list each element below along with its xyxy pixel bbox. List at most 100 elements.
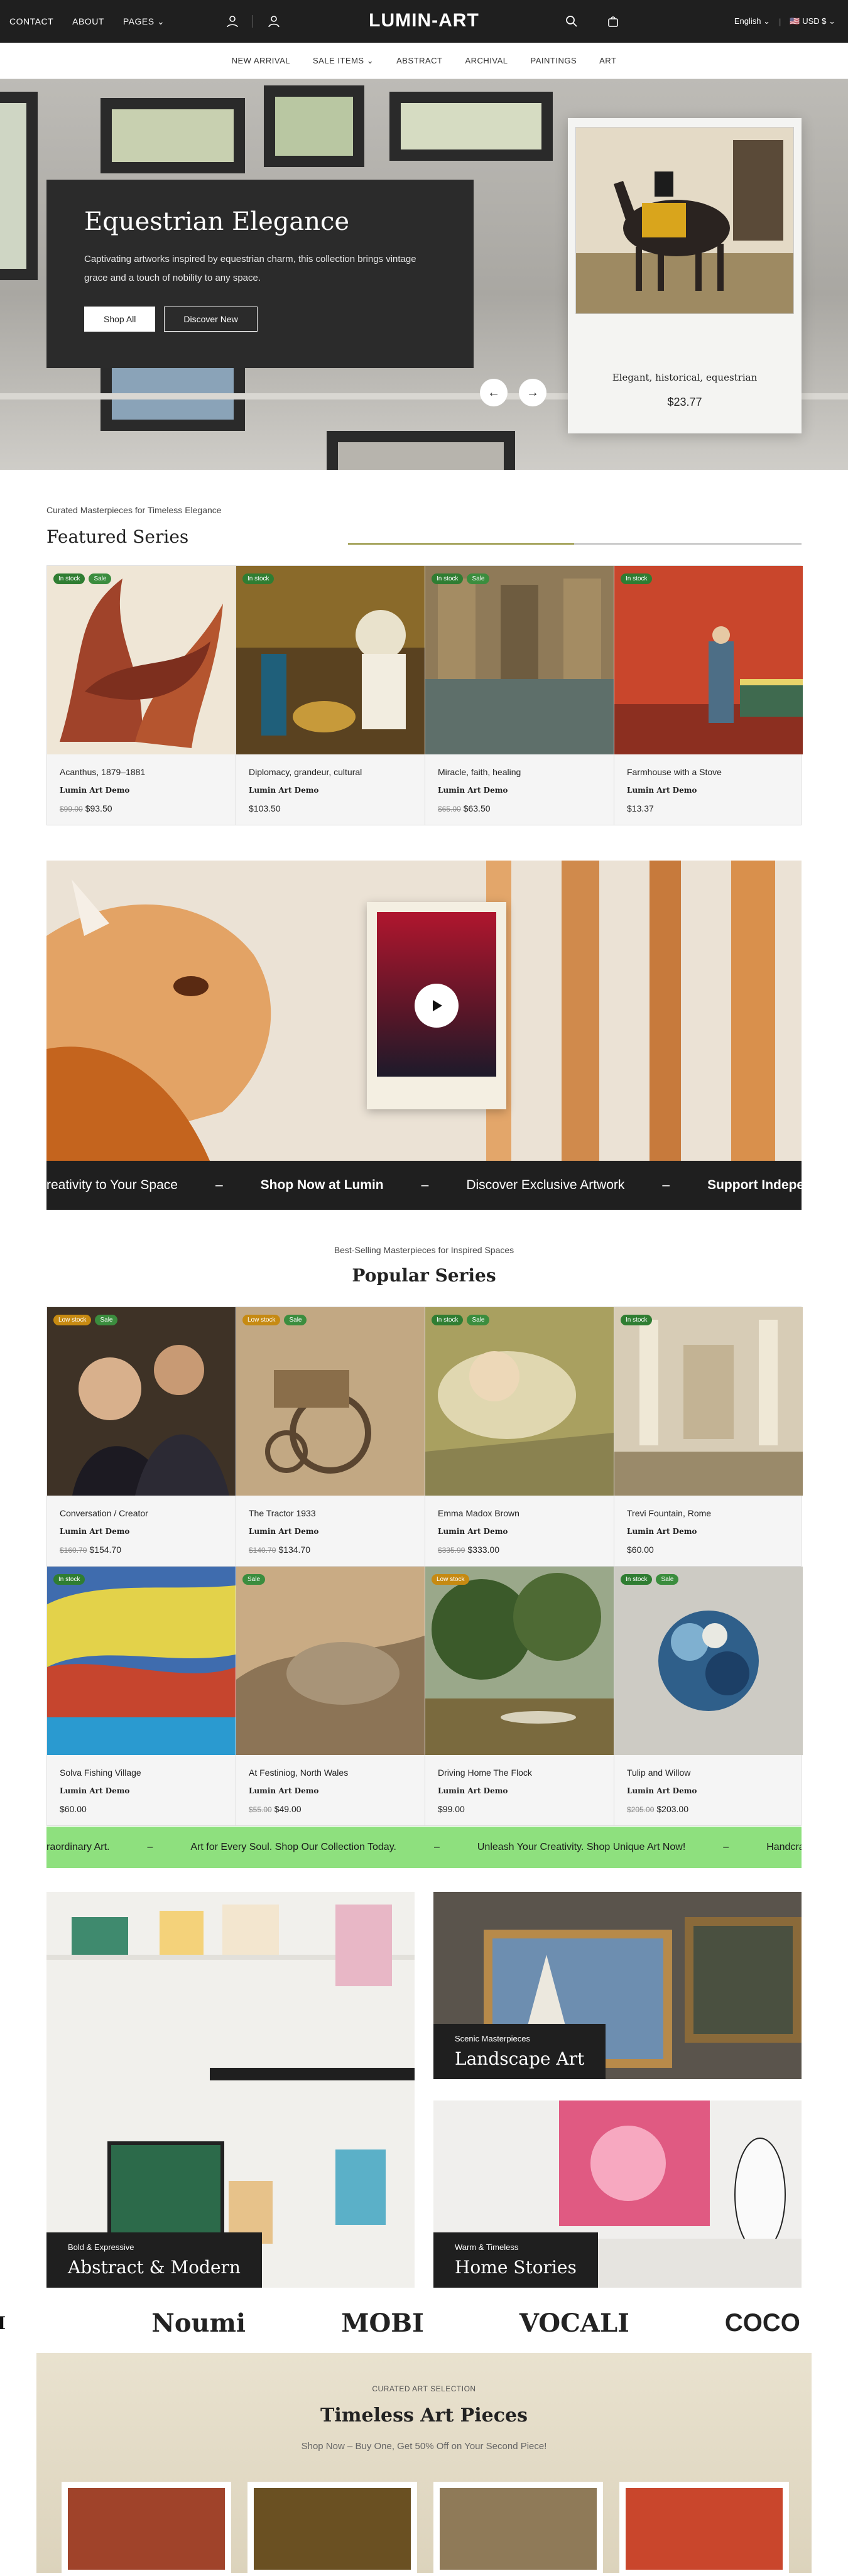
timeless-card[interactable]	[247, 2482, 417, 2576]
product-price: $160.70 $154.70	[60, 1545, 223, 1555]
currency-selector[interactable]: 🇺🇸 USD $ ⌄	[790, 16, 835, 26]
product-price: $55.00 $49.00	[249, 1804, 412, 1814]
sale-price: $99.00	[438, 1804, 465, 1814]
locale-selectors: English ⌄ | 🇺🇸 USD $ ⌄	[734, 0, 835, 43]
menu-new-arrival[interactable]: NEW ARRIVAL	[232, 56, 290, 65]
brand-logo[interactable]: I	[0, 2313, 6, 2334]
currency-label: USD $	[802, 16, 827, 26]
product-card[interactable]: Low stock Sale The Tractor 1933 Lumin Art…	[236, 1307, 425, 1566]
sale-price: $333.00	[467, 1545, 499, 1555]
product-name[interactable]: Conversation / Creator	[60, 1508, 223, 1518]
product-price: $140.70 $134.70	[249, 1545, 412, 1555]
product-card[interactable]: Sale At Festiniog, North Wales Lumin Art…	[236, 1567, 425, 1825]
sale-price: $60.00	[60, 1804, 87, 1814]
hero-card-title: Elegant, historical, equestrian	[612, 372, 758, 383]
hero-product-card[interactable]: Elegant, historical, equestrian $23.77	[568, 118, 802, 433]
background-frame	[327, 431, 515, 470]
product-card[interactable]: In stock Sale Miracle, faith, healing Lum…	[425, 566, 614, 825]
product-vendor: Lumin Art Demo	[60, 1786, 130, 1795]
product-name[interactable]: Acanthus, 1879–1881	[60, 767, 223, 777]
menu-sale-items[interactable]: SALE ITEMS ⌄	[313, 56, 374, 66]
category-abstract-modern[interactable]: Bold & Expressive Abstract & Modern	[46, 1892, 415, 2288]
brand-logo-mobi[interactable]: MOBI	[341, 2308, 424, 2338]
brand-logo-coco[interactable]: COCO	[725, 2309, 800, 2337]
product-name[interactable]: Miracle, faith, healing	[438, 767, 601, 777]
product-name[interactable]: Emma Madox Brown	[438, 1508, 601, 1518]
product-image: In stock	[47, 1567, 236, 1755]
menu-paintings[interactable]: PAINTINGS	[531, 56, 577, 65]
sale-badge: Sale	[242, 1574, 266, 1585]
site-logo[interactable]: LUMIN-ART	[0, 10, 848, 31]
product-card[interactable]: In stock Diplomacy, grandeur, cultural L…	[236, 566, 425, 825]
product-card[interactable]: In stock Trevi Fountain, Rome Lumin Art …	[614, 1307, 803, 1566]
product-vendor: Lumin Art Demo	[627, 1527, 697, 1536]
product-image: In stock Sale	[425, 566, 614, 754]
search-icon[interactable]	[564, 14, 579, 29]
product-card[interactable]: In stock Sale Acanthus, 1879–1881 Lumin A…	[47, 566, 236, 825]
background-frame	[101, 98, 245, 173]
product-card[interactable]: In stock Farmhouse with a Stove Lumin Ar…	[614, 566, 803, 825]
timeless-subtitle: Shop Now – Buy One, Get 50% Off on Your …	[301, 2441, 547, 2452]
category-home-stories[interactable]: Warm & Timeless Home Stories	[433, 2100, 802, 2288]
product-card[interactable]: In stock Sale Emma Madox Brown Lumin Art …	[425, 1307, 614, 1566]
timeless-card[interactable]	[62, 2482, 231, 2576]
marquee-text: reativity to Your Space	[46, 1178, 178, 1192]
popular-title: Popular Series	[352, 1265, 496, 1286]
product-name[interactable]: Tulip and Willow	[627, 1768, 790, 1778]
menu-art[interactable]: ART	[599, 56, 616, 65]
menu-abstract[interactable]: ABSTRACT	[396, 56, 442, 65]
product-name[interactable]: Farmhouse with a Stove	[627, 767, 790, 777]
language-selector[interactable]: English ⌄	[734, 16, 770, 26]
prev-arrow-icon[interactable]: ←	[480, 379, 508, 406]
brand-logo-vocali[interactable]: VOCALI	[519, 2308, 629, 2338]
product-name[interactable]: Trevi Fountain, Rome	[627, 1508, 790, 1518]
product-price: $13.37	[627, 803, 790, 813]
next-arrow-icon[interactable]: →	[519, 379, 546, 406]
popular-kicker: Best-Selling Masterpieces for Inspired S…	[334, 1245, 514, 1255]
popular-grid-row2: In stock Solva Fishing Village Lumin Art…	[46, 1567, 803, 1826]
divider: |	[778, 16, 781, 26]
product-name[interactable]: Driving Home The Flock	[438, 1768, 601, 1778]
product-name[interactable]: At Festiniog, North Wales	[249, 1768, 412, 1778]
product-price: $65.00 $63.50	[438, 803, 601, 813]
category-landscape-art[interactable]: Scenic Masterpieces Landscape Art	[433, 1892, 802, 2079]
shop-all-button[interactable]: Shop All	[84, 307, 156, 332]
play-button[interactable]	[415, 984, 459, 1028]
product-card[interactable]: In stock Sale Tulip and Willow Lumin Art …	[614, 1567, 803, 1825]
menu-archival[interactable]: ARCHIVAL	[465, 56, 508, 65]
timeless-kicker: CURATED ART SELECTION	[372, 2384, 476, 2393]
product-name[interactable]: Solva Fishing Village	[60, 1768, 223, 1778]
sale-price: $60.00	[627, 1545, 654, 1555]
video-banner	[46, 861, 802, 1161]
product-card[interactable]: Low stock Sale Conversation / Creator Lum…	[47, 1307, 236, 1566]
popular-grid-row1: Low stock Sale Conversation / Creator Lum…	[46, 1307, 803, 1567]
product-name[interactable]: The Tractor 1933	[249, 1508, 412, 1518]
discover-new-button[interactable]: Discover New	[164, 307, 258, 332]
product-vendor: Lumin Art Demo	[438, 786, 508, 795]
marquee-text: raordinary Art.	[46, 1842, 110, 1852]
product-card[interactable]: Low stock Driving Home The Flock Lumin A…	[425, 1567, 614, 1825]
category-kicker: Warm & Timeless	[455, 2242, 519, 2252]
brand-logo-noumi[interactable]: Noumi	[151, 2308, 246, 2338]
product-card[interactable]: In stock Solva Fishing Village Lumin Art…	[47, 1567, 236, 1825]
horse-painting-image	[575, 127, 794, 314]
hero-content: Equestrian Elegance Captivating artworks…	[46, 180, 474, 368]
timeless-card[interactable]	[433, 2482, 603, 2576]
product-image: In stock	[236, 566, 425, 754]
cart-icon[interactable]	[606, 14, 621, 29]
product-image	[254, 2488, 411, 2570]
product-image: In stock Sale	[425, 1307, 614, 1496]
product-name[interactable]: Diplomacy, grandeur, cultural	[249, 767, 412, 777]
section-line	[348, 543, 802, 545]
sale-price: $93.50	[85, 803, 112, 813]
top-bar: CONTACT ABOUT PAGES ⌄ LUMIN-ART English …	[0, 0, 848, 43]
marquee-separator: –	[662, 1178, 670, 1192]
chevron-down-icon: ⌄	[366, 55, 374, 65]
timeless-card[interactable]	[619, 2482, 789, 2576]
background-frame	[389, 92, 553, 161]
sale-price: $154.70	[89, 1545, 121, 1555]
hero-card-price: $23.77	[667, 396, 702, 408]
marquee-text: Discover Exclusive Artwork	[466, 1178, 625, 1192]
category-label: Warm & Timeless Home Stories	[433, 2232, 598, 2288]
product-image	[626, 2488, 783, 2570]
